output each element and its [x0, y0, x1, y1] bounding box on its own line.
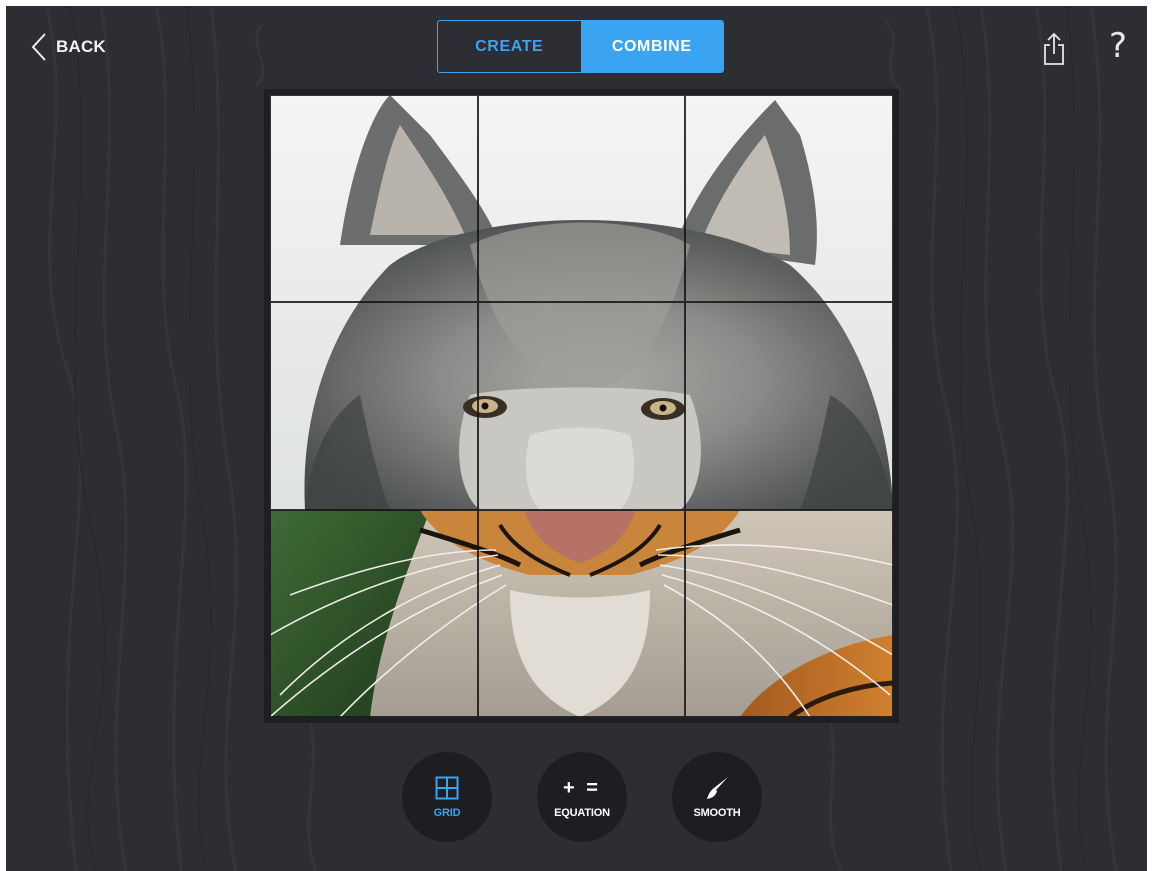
puzzle-tile[interactable]: [685, 509, 893, 717]
puzzle-tile[interactable]: [685, 95, 893, 303]
app-screen: BACK CREATE COMBINE ? GRID + = EQUATION …: [6, 6, 1147, 871]
grid-tool-button[interactable]: GRID: [402, 752, 492, 842]
puzzle-tile[interactable]: [270, 302, 478, 510]
smooth-tool-button[interactable]: SMOOTH: [672, 752, 762, 842]
smooth-tool-label: SMOOTH: [693, 807, 741, 819]
chevron-left-icon: [31, 33, 46, 61]
puzzle-tile[interactable]: [270, 509, 478, 717]
grid-tool-label: GRID: [433, 807, 461, 819]
puzzle-tile[interactable]: [477, 509, 686, 717]
puzzle-tile[interactable]: [270, 95, 478, 303]
share-icon[interactable]: [1042, 32, 1066, 66]
mode-segmented-control: CREATE COMBINE: [437, 20, 724, 73]
tab-combine[interactable]: COMBINE: [580, 21, 723, 72]
help-button[interactable]: ?: [1106, 26, 1130, 66]
puzzle-grid: [270, 95, 893, 717]
equation-tool-button[interactable]: + = EQUATION: [537, 752, 627, 842]
puzzle-tile[interactable]: [685, 302, 893, 510]
plus-equals-icon: + =: [563, 776, 601, 799]
tab-create[interactable]: CREATE: [438, 21, 581, 72]
puzzle-tile[interactable]: [477, 95, 686, 303]
back-button[interactable]: BACK: [30, 32, 106, 62]
puzzle-board: [264, 89, 899, 723]
equation-tool-label: EQUATION: [554, 807, 610, 819]
puzzle-tile[interactable]: [477, 302, 686, 510]
brush-icon: [707, 777, 728, 799]
back-label: BACK: [56, 37, 106, 56]
grid-icon: [435, 776, 459, 800]
